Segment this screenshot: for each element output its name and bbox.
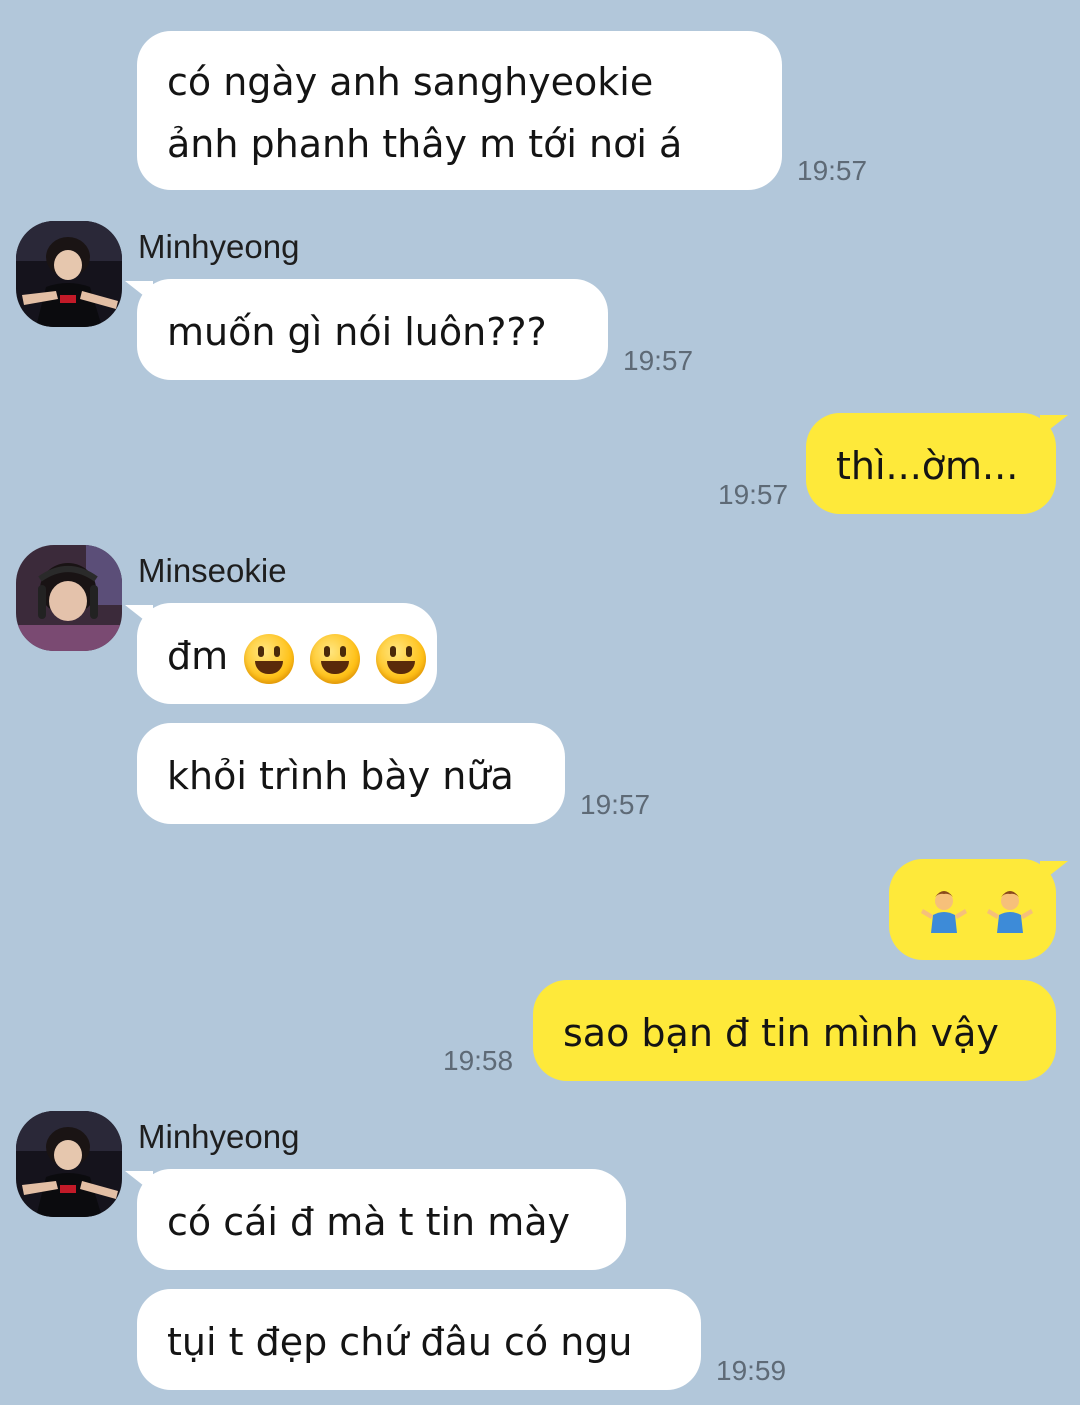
my-message-bubble[interactable]: thì...ờm... (806, 413, 1056, 514)
message-text: tụi t đẹp chứ đâu có ngu (167, 1320, 633, 1364)
message-timestamp: 19:57 (797, 155, 868, 186)
message-bubble[interactable]: muốn gì nói luôn??? (137, 279, 608, 380)
minhyeong-avatar[interactable] (16, 221, 122, 327)
sender-name: Minhyeong (138, 1118, 300, 1155)
message-bubble[interactable]: có ngày anh sanghyeokie ảnh phanh thây m… (137, 31, 782, 190)
my-message-bubble[interactable] (889, 859, 1056, 960)
message-text: muốn gì nói luôn??? (167, 310, 547, 354)
message-text: có ngày anh sanghyeokie (167, 60, 654, 104)
grinning-face-icon (310, 633, 361, 684)
message-text: thì...ờm... (836, 444, 1019, 488)
message-text: khỏi trình bày nữa (167, 754, 514, 798)
grinning-face-icon (244, 633, 295, 684)
message-bubble[interactable]: tụi t đẹp chứ đâu có ngu (137, 1289, 701, 1390)
minhyeong-avatar[interactable] (16, 1111, 122, 1217)
message-text: sao bạn đ tin mình vậy (563, 1011, 999, 1055)
grinning-face-icon (376, 633, 427, 684)
message-timestamp: 19:57 (623, 345, 694, 376)
message-timestamp: 19:57 (718, 479, 789, 510)
message-text: đm (167, 634, 229, 678)
person-shrugging-icon (987, 887, 1034, 951)
sender-name: Minhyeong (138, 228, 300, 265)
my-message-bubble[interactable]: sao bạn đ tin mình vậy (533, 980, 1056, 1081)
message-text: có cái đ mà t tin mày (167, 1200, 571, 1244)
message-bubble[interactable]: khỏi trình bày nữa (137, 723, 565, 824)
message-timestamp: 19:57 (580, 789, 651, 820)
message-timestamp: 19:59 (716, 1355, 787, 1386)
sender-name: Minseokie (138, 552, 287, 589)
message-timestamp: 19:58 (443, 1045, 514, 1076)
minseokie-avatar[interactable] (16, 545, 122, 651)
message-bubble[interactable]: có cái đ mà t tin mày (137, 1169, 626, 1270)
message-bubble[interactable]: đm (137, 603, 437, 704)
person-shrugging-icon (921, 887, 967, 951)
message-text: ảnh phanh thây m tới nơi á (167, 122, 683, 166)
